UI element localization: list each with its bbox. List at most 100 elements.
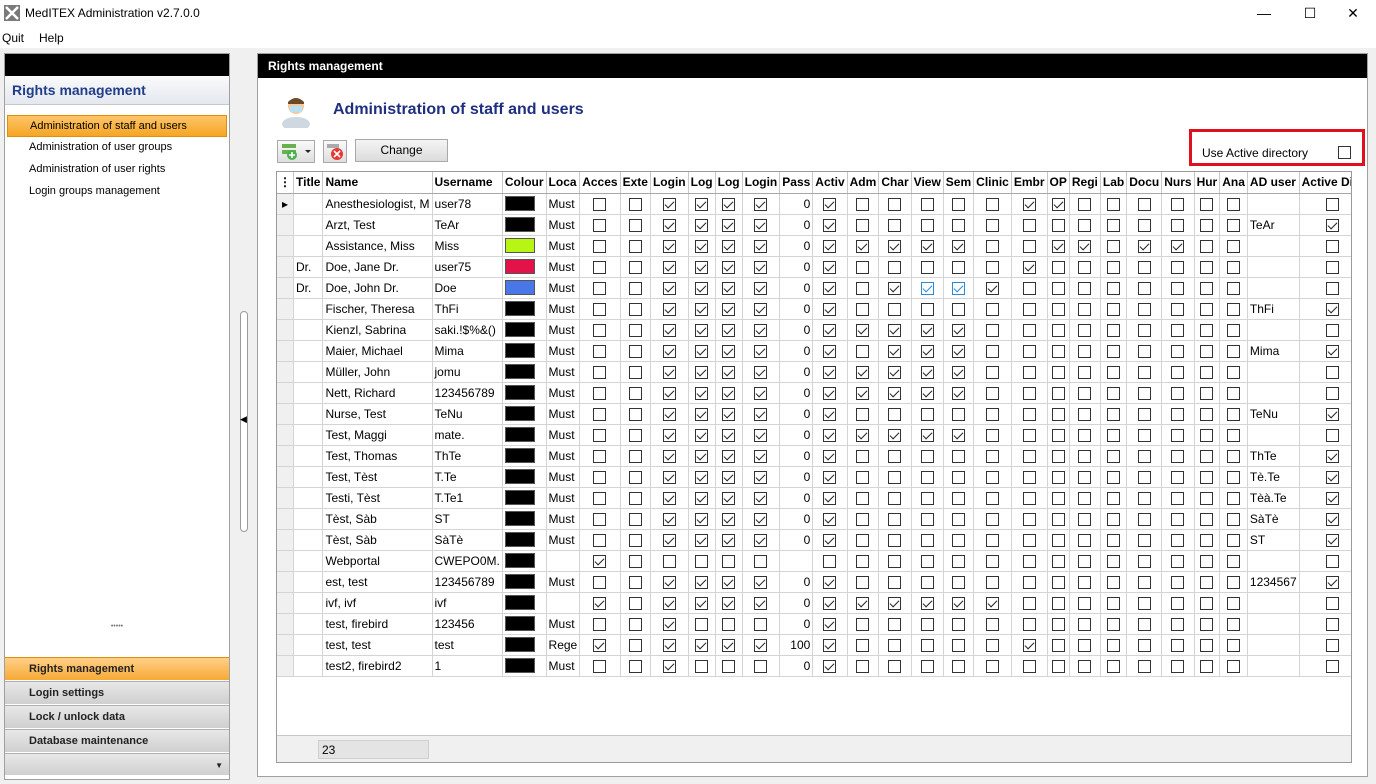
- check-cell[interactable]: [742, 361, 781, 383]
- checkbox[interactable]: [1200, 512, 1214, 526]
- checkbox[interactable]: [1051, 386, 1065, 400]
- checkbox[interactable]: [1326, 323, 1340, 337]
- right-cell[interactable]: [1100, 508, 1128, 530]
- table-row[interactable]: Müller, John jomu Must 0: [277, 361, 1351, 383]
- active-directory-cell[interactable]: [1299, 487, 1351, 509]
- checkbox[interactable]: [722, 449, 736, 463]
- password-cell[interactable]: 0: [779, 655, 814, 677]
- sidebar-item-staff-users[interactable]: Administration of staff and users: [7, 115, 227, 137]
- right-cell[interactable]: [878, 277, 912, 299]
- right-cell[interactable]: [1219, 235, 1248, 257]
- right-cell[interactable]: [1047, 382, 1070, 404]
- right-cell[interactable]: [878, 550, 912, 572]
- right-cell[interactable]: [973, 613, 1012, 635]
- right-cell[interactable]: [812, 382, 848, 404]
- checkbox[interactable]: [1227, 491, 1241, 505]
- right-cell[interactable]: [878, 193, 912, 215]
- right-cell[interactable]: [1069, 382, 1101, 404]
- check-cell[interactable]: [742, 340, 781, 362]
- checkbox[interactable]: [856, 554, 870, 568]
- check-cell[interactable]: [650, 193, 689, 215]
- checkbox[interactable]: [1326, 428, 1340, 442]
- title-cell[interactable]: [293, 613, 324, 635]
- right-cell[interactable]: [1069, 571, 1101, 593]
- checkbox[interactable]: [856, 533, 870, 547]
- checkbox[interactable]: [823, 428, 837, 442]
- right-cell[interactable]: [1126, 403, 1163, 425]
- table-row[interactable]: est, test 123456789 Must 0 1234567: [277, 571, 1351, 593]
- location-cell[interactable]: Must: [546, 403, 581, 425]
- right-cell[interactable]: [911, 382, 944, 404]
- active-directory-cell[interactable]: [1299, 655, 1351, 677]
- check-cell[interactable]: [688, 256, 716, 278]
- right-cell[interactable]: [1069, 424, 1101, 446]
- checkbox[interactable]: [662, 386, 676, 400]
- checkbox[interactable]: [628, 302, 642, 316]
- username-cell[interactable]: T.Te: [432, 466, 503, 488]
- checkbox[interactable]: [888, 575, 902, 589]
- right-cell[interactable]: [1219, 424, 1248, 446]
- checkbox[interactable]: [1171, 281, 1185, 295]
- section-database-maintenance[interactable]: Database maintenance: [5, 729, 229, 752]
- checkbox[interactable]: [1200, 449, 1214, 463]
- checkbox[interactable]: [951, 386, 965, 400]
- checkbox[interactable]: [754, 218, 768, 232]
- right-cell[interactable]: [1194, 214, 1221, 236]
- checkbox[interactable]: [1326, 617, 1340, 631]
- right-cell[interactable]: [943, 193, 975, 215]
- right-cell[interactable]: [812, 613, 848, 635]
- right-cell[interactable]: [878, 655, 912, 677]
- checkbox[interactable]: [722, 407, 736, 421]
- checkbox[interactable]: [1200, 365, 1214, 379]
- right-cell[interactable]: [1100, 298, 1128, 320]
- right-cell[interactable]: [1011, 235, 1048, 257]
- checkbox[interactable]: [985, 281, 999, 295]
- checkbox[interactable]: [593, 302, 607, 316]
- right-cell[interactable]: [1069, 256, 1101, 278]
- username-cell[interactable]: 1: [432, 655, 503, 677]
- right-cell[interactable]: [911, 655, 944, 677]
- right-cell[interactable]: [943, 550, 975, 572]
- checkbox[interactable]: [722, 281, 736, 295]
- right-cell[interactable]: [1126, 277, 1163, 299]
- active-directory-cell[interactable]: [1299, 193, 1351, 215]
- right-cell[interactable]: [1161, 214, 1195, 236]
- check-cell[interactable]: [620, 382, 651, 404]
- check-cell[interactable]: [620, 193, 651, 215]
- checkbox[interactable]: [1171, 260, 1185, 274]
- title-cell[interactable]: [293, 445, 324, 467]
- checkbox[interactable]: [1137, 344, 1151, 358]
- check-cell[interactable]: [688, 634, 716, 656]
- username-cell[interactable]: T.Te1: [432, 487, 503, 509]
- table-row[interactable]: Test, Maggi mate. Must 0: [277, 424, 1351, 446]
- table-row[interactable]: test, test test Rege 100: [277, 634, 1351, 656]
- checkbox[interactable]: [1200, 239, 1214, 253]
- right-cell[interactable]: [943, 403, 975, 425]
- checkbox[interactable]: [754, 344, 768, 358]
- right-cell[interactable]: [878, 235, 912, 257]
- check-cell[interactable]: [688, 235, 716, 257]
- check-cell[interactable]: [715, 634, 743, 656]
- checkbox[interactable]: [1200, 638, 1214, 652]
- right-cell[interactable]: [911, 592, 944, 614]
- checkbox[interactable]: [722, 533, 736, 547]
- right-cell[interactable]: [847, 550, 880, 572]
- checkbox[interactable]: [985, 260, 999, 274]
- location-cell[interactable]: Must: [546, 256, 581, 278]
- checkbox[interactable]: [593, 323, 607, 337]
- colour-cell[interactable]: [502, 319, 547, 341]
- checkbox[interactable]: [1137, 638, 1151, 652]
- checkbox[interactable]: [722, 386, 736, 400]
- checkbox[interactable]: [1227, 470, 1241, 484]
- checkbox[interactable]: [920, 218, 934, 232]
- check-cell[interactable]: [650, 298, 689, 320]
- checkbox[interactable]: [662, 617, 676, 631]
- checkbox[interactable]: [593, 344, 607, 358]
- checkbox[interactable]: [1200, 659, 1214, 673]
- checkbox[interactable]: [1137, 470, 1151, 484]
- check-cell[interactable]: [579, 319, 621, 341]
- checkbox[interactable]: [856, 344, 870, 358]
- right-cell[interactable]: [812, 508, 848, 530]
- check-cell[interactable]: [579, 445, 621, 467]
- right-cell[interactable]: [1194, 382, 1221, 404]
